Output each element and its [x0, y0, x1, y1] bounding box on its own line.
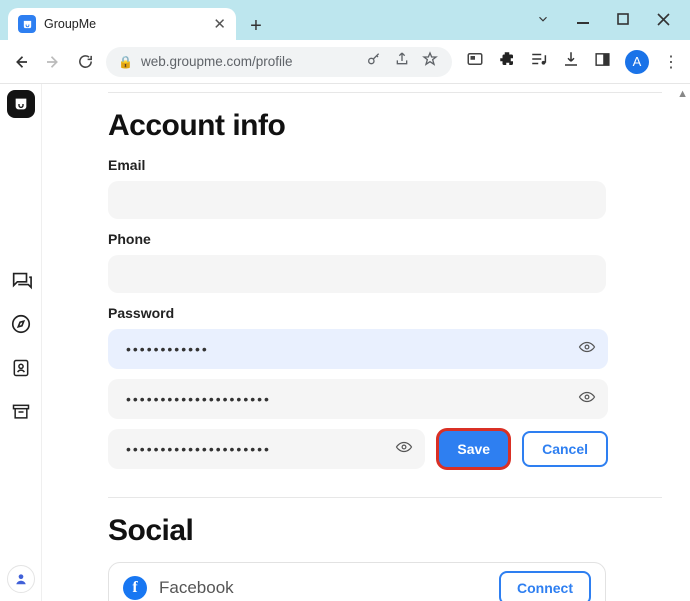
- extensions-icon[interactable]: [498, 50, 516, 73]
- star-icon[interactable]: [420, 51, 440, 72]
- archive-icon[interactable]: [9, 400, 33, 424]
- page-url: web.groupme.com/profile: [141, 54, 356, 69]
- eye-icon[interactable]: [395, 438, 413, 460]
- cancel-button[interactable]: Cancel: [522, 431, 608, 467]
- nav-reload-button[interactable]: [74, 51, 96, 73]
- chats-icon[interactable]: [9, 268, 33, 292]
- confirm-password-field[interactable]: [108, 429, 425, 469]
- chevron-down-icon[interactable]: [534, 10, 552, 28]
- toolbar-actions: A ⋮: [462, 50, 680, 74]
- new-tab-button[interactable]: +: [242, 12, 270, 40]
- section-divider: [108, 497, 662, 498]
- section-divider: [108, 92, 662, 93]
- new-password-field[interactable]: [108, 379, 608, 419]
- eye-icon[interactable]: [578, 388, 596, 410]
- media-icon[interactable]: [466, 50, 484, 73]
- app-left-rail: [0, 84, 42, 601]
- tab-close-icon[interactable]: ✕: [213, 15, 226, 33]
- current-password-field[interactable]: [108, 329, 608, 369]
- nav-forward-button[interactable]: [42, 51, 64, 73]
- facebook-connect-row: f Facebook Connect: [108, 562, 606, 601]
- facebook-label: Facebook: [159, 578, 487, 598]
- facebook-icon: f: [123, 576, 147, 600]
- groupme-favicon: [18, 15, 36, 33]
- save-button[interactable]: Save: [439, 431, 508, 467]
- discover-icon[interactable]: [9, 312, 33, 336]
- nav-back-button[interactable]: [10, 51, 32, 73]
- lock-icon: 🔒: [118, 55, 133, 69]
- key-icon[interactable]: [364, 51, 384, 72]
- scroll-up-affordance[interactable]: ▲: [677, 88, 688, 100]
- playlist-icon[interactable]: [530, 50, 548, 73]
- email-field[interactable]: [108, 181, 606, 219]
- tab-title: GroupMe: [44, 17, 205, 31]
- phone-label: Phone: [108, 231, 662, 247]
- social-heading: Social: [108, 514, 662, 548]
- account-info-heading: Account info: [108, 109, 662, 143]
- profile-settings-scroll[interactable]: Account info Email Phone Password: [42, 84, 690, 601]
- password-label: Password: [108, 305, 662, 321]
- browser-toolbar: 🔒 web.groupme.com/profile A ⋮: [0, 40, 690, 84]
- browser-tab-active[interactable]: GroupMe ✕: [8, 8, 236, 40]
- user-profile-icon[interactable]: [7, 565, 35, 593]
- panel-icon[interactable]: [594, 51, 611, 73]
- browser-tab-strip: GroupMe ✕ +: [8, 8, 270, 40]
- profile-avatar[interactable]: A: [625, 50, 649, 74]
- window-close-icon[interactable]: [654, 10, 672, 28]
- window-minimize-icon[interactable]: [574, 10, 592, 28]
- app-logo-icon[interactable]: [7, 90, 35, 118]
- share-icon[interactable]: [392, 51, 412, 72]
- phone-field[interactable]: [108, 255, 606, 293]
- window-titlebar: GroupMe ✕ +: [0, 0, 690, 40]
- email-label: Email: [108, 157, 662, 173]
- eye-icon[interactable]: [578, 338, 596, 360]
- window-maximize-icon[interactable]: [614, 10, 632, 28]
- download-icon[interactable]: [562, 50, 580, 73]
- kebab-menu-icon[interactable]: ⋮: [663, 52, 680, 72]
- address-bar[interactable]: 🔒 web.groupme.com/profile: [106, 47, 452, 77]
- contacts-icon[interactable]: [9, 356, 33, 380]
- connect-button[interactable]: Connect: [499, 571, 591, 601]
